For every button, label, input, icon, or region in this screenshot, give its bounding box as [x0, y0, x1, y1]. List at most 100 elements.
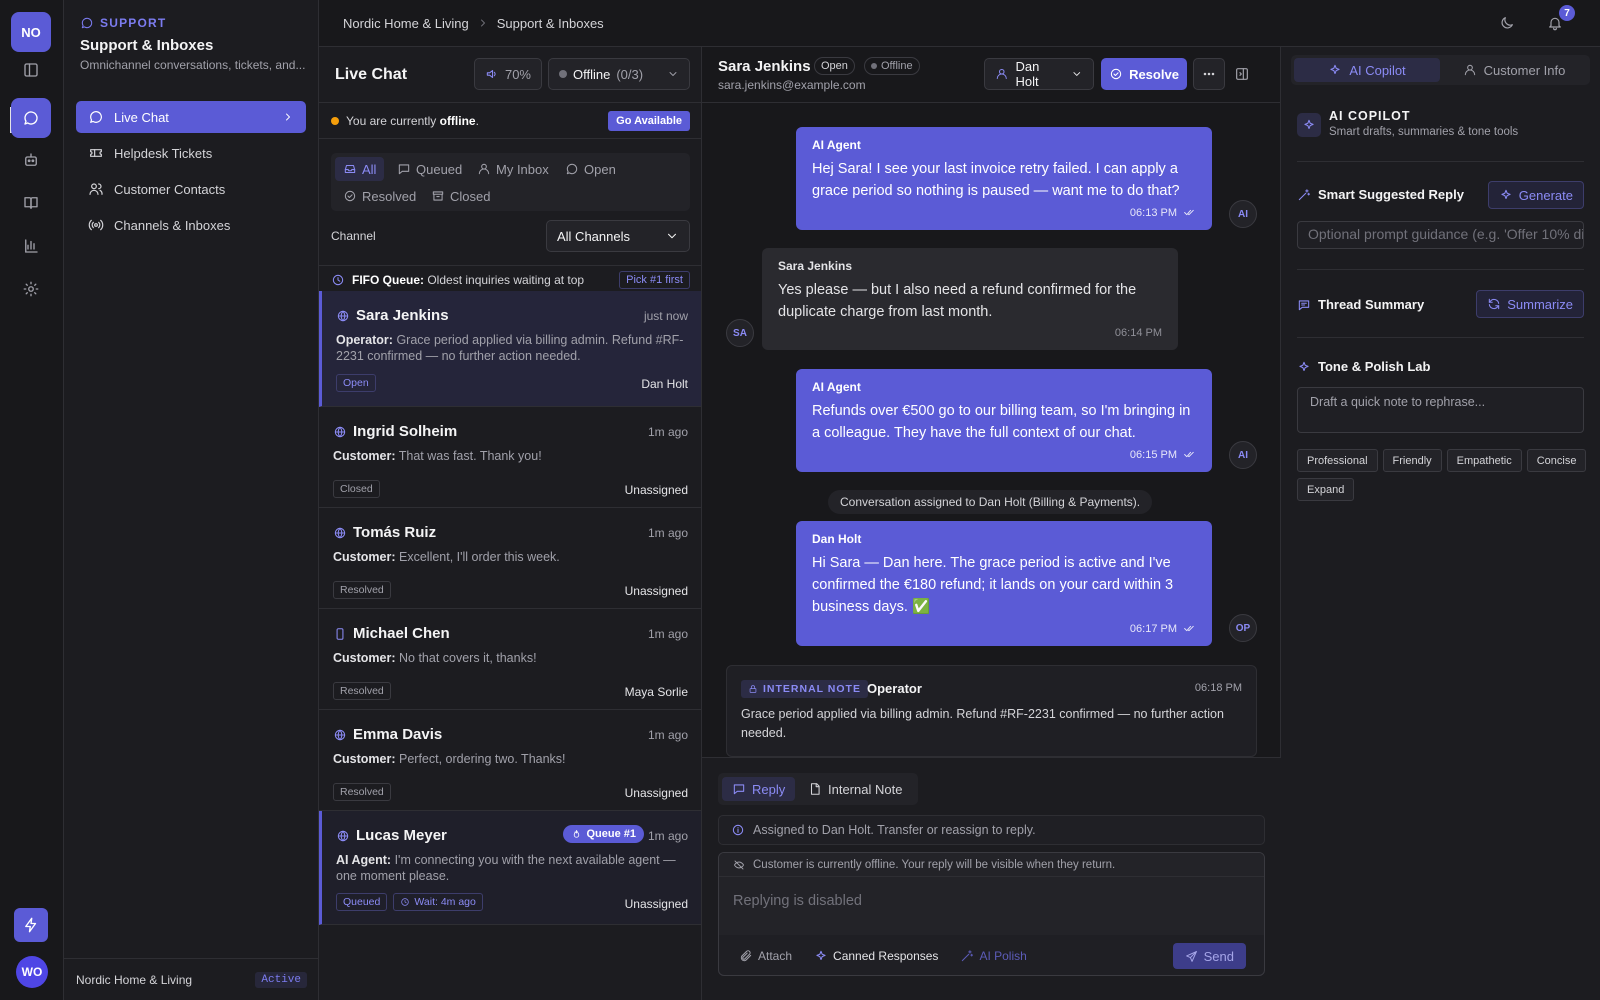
presence-select[interactable]: Offline (0/3) — [548, 58, 690, 90]
flame-icon — [574, 829, 580, 838]
rail-bot-button[interactable] — [11, 140, 51, 180]
status-badge: Open — [336, 374, 376, 392]
chevron-down-icon — [667, 233, 677, 239]
chevron-down-icon — [1073, 72, 1081, 76]
conversation-time: 1m ago — [647, 627, 688, 641]
magic-wand-icon — [1298, 188, 1311, 200]
speaker-icon — [486, 69, 496, 79]
presence-dot — [559, 70, 567, 78]
generate-button[interactable]: Generate — [1487, 181, 1584, 209]
assignment-notice: Assigned to Dan Holt. Transfer or reassi… — [718, 815, 1265, 845]
conversation-assignee: Unassigned — [624, 897, 688, 911]
tab-my-inbox[interactable]: My Inbox — [469, 157, 557, 181]
reply-input[interactable]: Replying is disabled — [719, 877, 1264, 935]
sparkles-icon — [1501, 189, 1511, 200]
user-avatar[interactable]: WO — [16, 956, 48, 988]
volume-button[interactable]: 70% — [474, 58, 542, 90]
tab-label: Queued — [416, 161, 463, 177]
conversation-badges: Closed — [333, 480, 380, 498]
rail-analytics-button[interactable] — [11, 226, 51, 266]
nav-item-customer-contacts[interactable]: Customer Contacts — [76, 173, 306, 205]
breadcrumb-root[interactable]: Nordic Home & Living — [343, 16, 469, 31]
message-avatar: SA — [726, 319, 754, 347]
rail-chat-button[interactable] — [11, 98, 51, 138]
status-badge: Queued — [336, 893, 388, 911]
tab-label: Closed — [450, 188, 491, 204]
sparkles-icon — [1299, 361, 1309, 371]
conversation-item[interactable]: Michael Chen 1m ago Customer: No that co… — [319, 609, 701, 710]
sidebar-toggle-icon — [24, 63, 38, 77]
tone-empathetic-button[interactable]: Empathetic — [1446, 449, 1522, 472]
tone-draft-input[interactable]: Draft a quick note to rephrase... — [1297, 387, 1584, 433]
section-kicker: SUPPORT — [80, 16, 166, 30]
message-square-icon — [733, 784, 745, 795]
conversation-time: 1m ago — [647, 526, 688, 540]
attach-button[interactable]: Attach — [739, 949, 792, 963]
tab-reply[interactable]: Reply — [722, 777, 796, 801]
message-avatar: AI — [1229, 441, 1257, 469]
resolve-button[interactable]: Resolve — [1101, 58, 1187, 90]
book-icon — [24, 197, 38, 209]
message-author: AI Agent — [812, 380, 861, 394]
go-available-button[interactable]: Go Available — [608, 110, 690, 131]
rail-settings-button[interactable] — [11, 269, 51, 309]
presence-dot — [871, 63, 877, 69]
tab-closed[interactable]: Closed — [423, 184, 498, 208]
moon-icon[interactable] — [1499, 15, 1515, 31]
tone-concise-button[interactable]: Concise — [1526, 449, 1587, 472]
divider — [1297, 269, 1584, 270]
conversation-item[interactable]: Tomás Ruiz 1m ago Customer: Excellent, I… — [319, 508, 701, 609]
assignee-select[interactable]: Dan Holt — [984, 58, 1094, 90]
tab-queued[interactable]: Queued — [389, 157, 470, 181]
user-icon — [996, 68, 1007, 80]
tone-friendly-button[interactable]: Friendly — [1382, 449, 1442, 472]
panel-right-icon[interactable] — [1234, 66, 1250, 82]
nav-item-helpdesk-tickets[interactable]: Helpdesk Tickets — [76, 137, 306, 169]
system-message: Conversation assigned to Dan Holt (Billi… — [828, 490, 1153, 514]
channel-select[interactable]: All Channels — [546, 220, 690, 252]
nav-item-channels-inboxes[interactable]: Channels & Inboxes — [76, 209, 306, 241]
more-options-button[interactable] — [1193, 58, 1225, 90]
rail-knowledge-button[interactable] — [11, 183, 51, 223]
conversation-time: just now — [643, 309, 688, 323]
conversation-item[interactable]: Emma Davis 1m ago Customer: Perfect, ord… — [319, 710, 701, 811]
conversation-time: 1m ago — [647, 728, 688, 742]
tone-expand-button[interactable]: Expand — [1297, 478, 1355, 501]
message-author: AI Agent — [812, 138, 861, 152]
section-title: Support & Inboxes — [80, 37, 214, 54]
tone-professional-button[interactable]: Professional — [1297, 449, 1378, 472]
nav-item-live-chat[interactable]: Live Chat — [76, 101, 306, 133]
tab-open[interactable]: Open — [557, 157, 624, 181]
tab-all[interactable]: All — [335, 157, 385, 181]
toggle-sidebar-button[interactable] — [11, 50, 51, 90]
tab-customer-info[interactable]: Customer Info — [1441, 58, 1587, 82]
conversation-item[interactable]: Ingrid Solheim 1m ago Customer: That was… — [319, 407, 701, 508]
tab-resolved[interactable]: Resolved — [335, 184, 424, 208]
conversation-assignee: Unassigned — [624, 786, 688, 800]
globe-icon — [333, 728, 347, 742]
canned-responses-button[interactable]: Canned Responses — [814, 949, 938, 963]
conversation-item[interactable]: Lucas Meyer Queue #1 1m ago AI Agent: I'… — [319, 811, 701, 925]
double-check-icon — [1184, 451, 1194, 458]
info-icon — [732, 824, 744, 836]
ai-polish-button[interactable]: AI Polish — [960, 949, 1027, 963]
note-icon — [810, 783, 820, 795]
composer: Reply Internal Note Assigned to Dan Holt… — [702, 757, 1281, 1000]
conversation-item[interactable]: Sara Jenkins just now Operator: Grace pe… — [319, 291, 701, 407]
send-button[interactable]: Send — [1172, 943, 1246, 969]
tab-ai-copilot[interactable]: AI Copilot — [1294, 58, 1440, 82]
prompt-guidance-input[interactable]: Optional prompt guidance (e.g. 'Offer 10… — [1297, 221, 1584, 249]
pick-first-button[interactable]: Pick #1 first — [619, 271, 690, 289]
nav-item-label: Channels & Inboxes — [114, 217, 231, 233]
send-icon — [1185, 950, 1197, 962]
conversation-preview: AI Agent: I'm connecting you with the ne… — [336, 853, 676, 883]
conversation-preview: Customer: No that covers it, thanks! — [333, 651, 537, 665]
queue-position-label: Queue #1 — [586, 828, 636, 840]
summarize-button[interactable]: Summarize — [1476, 290, 1584, 318]
message-text: Refunds over €500 go to our billing team… — [812, 403, 1191, 441]
tab-internal-note[interactable]: Internal Note — [798, 777, 912, 801]
message-bubble: AI Agent Hej Sara! I see your last invoi… — [796, 127, 1212, 230]
quick-action-button[interactable] — [14, 908, 48, 942]
workspace-logo[interactable]: NO — [11, 12, 51, 52]
volume-value: 70% — [504, 66, 531, 82]
